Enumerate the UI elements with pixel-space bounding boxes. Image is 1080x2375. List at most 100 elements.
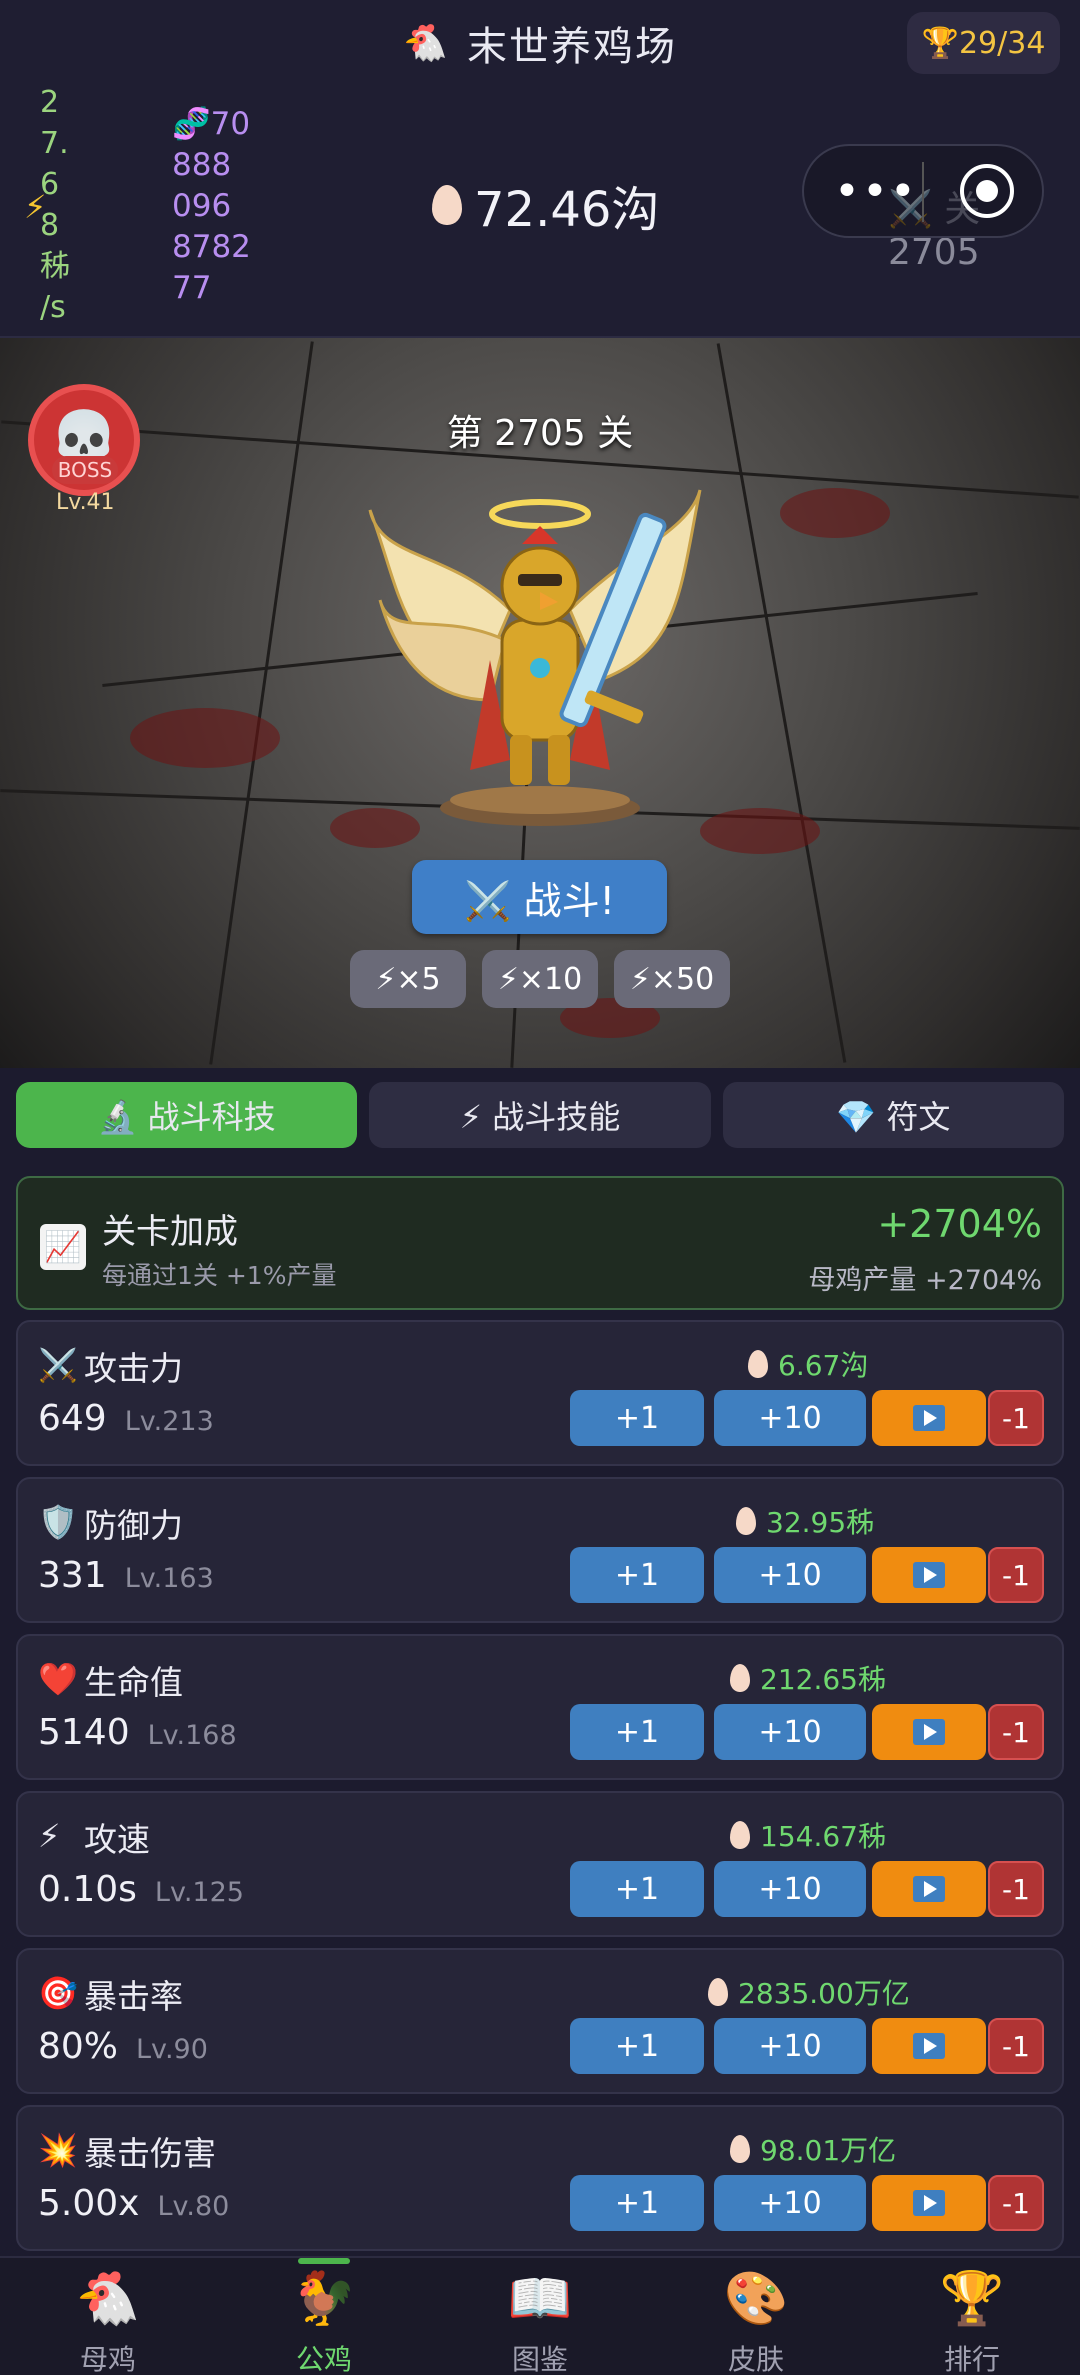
fight-button[interactable]: ⚔️ 战斗! xyxy=(412,860,667,934)
nav-item-codex[interactable]: 📖 图鉴 xyxy=(432,2258,648,2375)
rooster-knight-hero xyxy=(368,489,702,826)
mini-program-capsule: ••• xyxy=(802,144,1044,238)
stat-name: 防御力 xyxy=(84,1506,183,1545)
stat-name: 攻速 xyxy=(84,1820,150,1859)
target-icon: 🎯 xyxy=(38,1974,78,2012)
stat-card-defense: 🛡️ 防御力 331 Lv.163 32.95秭 +1 +10 -1 xyxy=(16,1477,1064,1623)
egg-icon xyxy=(708,1978,728,2006)
more-menu-icon[interactable]: ••• xyxy=(834,166,918,217)
bonus-description: 每通过1关 +1%产量 xyxy=(102,1261,337,1290)
stat-value: 649 Lv.213 xyxy=(38,1398,214,1439)
rate-line: 7. xyxy=(40,126,69,161)
minus1-button[interactable]: -1 xyxy=(988,1704,1044,1760)
upgrade-cost: 32.95秭 xyxy=(736,1501,874,1541)
stat-card-hp: ❤️ 生命值 5140 Lv.168 212.65秭 +1 +10 -1 xyxy=(16,1634,1064,1780)
multiplier-label: ⚡×10 xyxy=(497,961,583,997)
level-bonus-card: 📈 关卡加成 每通过1关 +1%产量 +2704% 母鸡产量 +2704% xyxy=(16,1176,1064,1310)
tab-combat-skills[interactable]: ⚡ 战斗技能 xyxy=(369,1082,711,1148)
tab-combat-tech[interactable]: 🔬 战斗科技 xyxy=(16,1082,358,1148)
plus1-button[interactable]: +1 xyxy=(570,1390,704,1446)
capsule-divider xyxy=(922,162,924,222)
stat-card-crit-rate: 🎯 暴击率 80% Lv.90 2835.00万亿 +1 +10 -1 xyxy=(16,1948,1064,2094)
tab-label: ⚡ 战斗技能 xyxy=(459,1098,621,1136)
plus10-button[interactable]: +10 xyxy=(714,2018,866,2074)
watch-ad-button[interactable] xyxy=(872,1704,986,1760)
bonus-name: 关卡加成 xyxy=(102,1212,238,1252)
nav-item-skins[interactable]: 🎨 皮肤 xyxy=(648,2258,864,2375)
play-icon xyxy=(913,1719,945,1745)
plus1-button[interactable]: +1 xyxy=(570,1704,704,1760)
nav-item-hens[interactable]: 🐔 母鸡 xyxy=(0,2258,216,2375)
nav-item-ranking[interactable]: 🏆 排行 xyxy=(864,2258,1080,2375)
egg-icon xyxy=(432,185,462,225)
cost-value: 154.67秭 xyxy=(760,1820,886,1853)
nav-item-roosters[interactable]: 🐓 公鸡 xyxy=(216,2258,432,2375)
stat-card-attack-speed: ⚡ 攻速 0.10s Lv.125 154.67秭 +1 +10 -1 xyxy=(16,1791,1064,1937)
plus10-button[interactable]: +10 xyxy=(714,1861,866,1917)
dna-line: 096 xyxy=(172,188,232,224)
play-icon xyxy=(913,1405,945,1431)
stat-value: 0.10s Lv.125 xyxy=(38,1869,244,1910)
plus1-button[interactable]: +1 xyxy=(570,2175,704,2231)
rate-line: 2 xyxy=(40,85,60,120)
minus1-button[interactable]: -1 xyxy=(988,1547,1044,1603)
stat-card-crit-damage: 💥 暴击伤害 5.00x Lv.80 98.01万亿 +1 +10 -1 xyxy=(16,2105,1064,2251)
plus10-button[interactable]: +10 xyxy=(714,1390,866,1446)
minus1-button[interactable]: -1 xyxy=(988,2175,1044,2231)
plus10-button[interactable]: +10 xyxy=(714,1704,866,1760)
watch-ad-button[interactable] xyxy=(872,2175,986,2231)
stat-value: 5.00x Lv.80 xyxy=(38,2183,229,2224)
play-icon xyxy=(913,1876,945,1902)
plus10-button[interactable]: +10 xyxy=(714,2175,866,2231)
stage-title: 第 2705 关 xyxy=(446,413,634,454)
stat-level: Lv.168 xyxy=(147,1720,237,1751)
multiplier-x50-button[interactable]: ⚡×50 xyxy=(614,950,730,1008)
tab-label: 💎 符文 xyxy=(836,1098,951,1136)
rate-line: 秭 xyxy=(40,249,70,284)
watch-ad-button[interactable] xyxy=(872,1390,986,1446)
tab-runes[interactable]: 💎 符文 xyxy=(722,1082,1064,1148)
trend-chart-icon: 📈 xyxy=(40,1224,86,1270)
stat-level: Lv.80 xyxy=(157,2191,230,2222)
cost-value: 6.67沟 xyxy=(778,1349,869,1382)
egg-icon xyxy=(730,1664,750,1692)
close-target-icon[interactable] xyxy=(960,164,1014,218)
trophy-badge[interactable]: 🏆29/34 xyxy=(907,12,1060,74)
battle-scene: 💀 BOSS Lv.41 第 2705 关 ⚔️ 战斗! ⚡×5 ⚡×10 ⚡×… xyxy=(0,338,1080,1068)
watch-ad-button[interactable] xyxy=(872,1861,986,1917)
lightning-icon: ⚡ xyxy=(24,188,47,226)
multiplier-x10-button[interactable]: ⚡×10 xyxy=(482,950,598,1008)
plus1-button[interactable]: +1 xyxy=(570,2018,704,2074)
lightning-icon: ⚡ xyxy=(38,1817,61,1855)
egg-total: 72.46沟 xyxy=(432,170,659,240)
rate-line: /s xyxy=(40,290,66,325)
upgrade-cost: 6.67沟 xyxy=(748,1344,868,1384)
stat-value-number: 0.10s xyxy=(38,1869,137,1910)
trophy-count: 🏆29/34 xyxy=(921,25,1046,61)
stat-value-number: 649 xyxy=(38,1398,107,1439)
heart-icon: ❤️ xyxy=(38,1660,78,1698)
boss-label: BOSS xyxy=(52,456,118,484)
minus1-button[interactable]: -1 xyxy=(988,2018,1044,2074)
boss-level: Lv.41 xyxy=(56,490,115,515)
stat-value-number: 331 xyxy=(38,1555,107,1596)
palette-icon: 🎨 xyxy=(723,2269,789,2329)
stat-value: 80% Lv.90 xyxy=(38,2026,208,2067)
stat-value: 5140 Lv.168 xyxy=(38,1712,237,1753)
nav-label: 图鉴 xyxy=(511,2343,568,2375)
bonus-percent: +2704% xyxy=(877,1202,1042,1246)
cost-value: 98.01万亿 xyxy=(760,2134,897,2167)
watch-ad-button[interactable] xyxy=(872,2018,986,2074)
minus1-button[interactable]: -1 xyxy=(988,1390,1044,1446)
watch-ad-button[interactable] xyxy=(872,1547,986,1603)
multiplier-x5-button[interactable]: ⚡×5 xyxy=(350,950,466,1008)
dna-line: 77 xyxy=(172,270,212,306)
nav-label: 公鸡 xyxy=(295,2343,352,2375)
plus10-button[interactable]: +10 xyxy=(714,1547,866,1603)
plus1-button[interactable]: +1 xyxy=(570,1547,704,1603)
plus1-button[interactable]: +1 xyxy=(570,1861,704,1917)
cost-value: 2835.00万亿 xyxy=(738,1977,910,2010)
stat-name: 暴击率 xyxy=(84,1977,183,2016)
stat-level: Lv.163 xyxy=(124,1563,214,1594)
minus1-button[interactable]: -1 xyxy=(988,1861,1044,1917)
